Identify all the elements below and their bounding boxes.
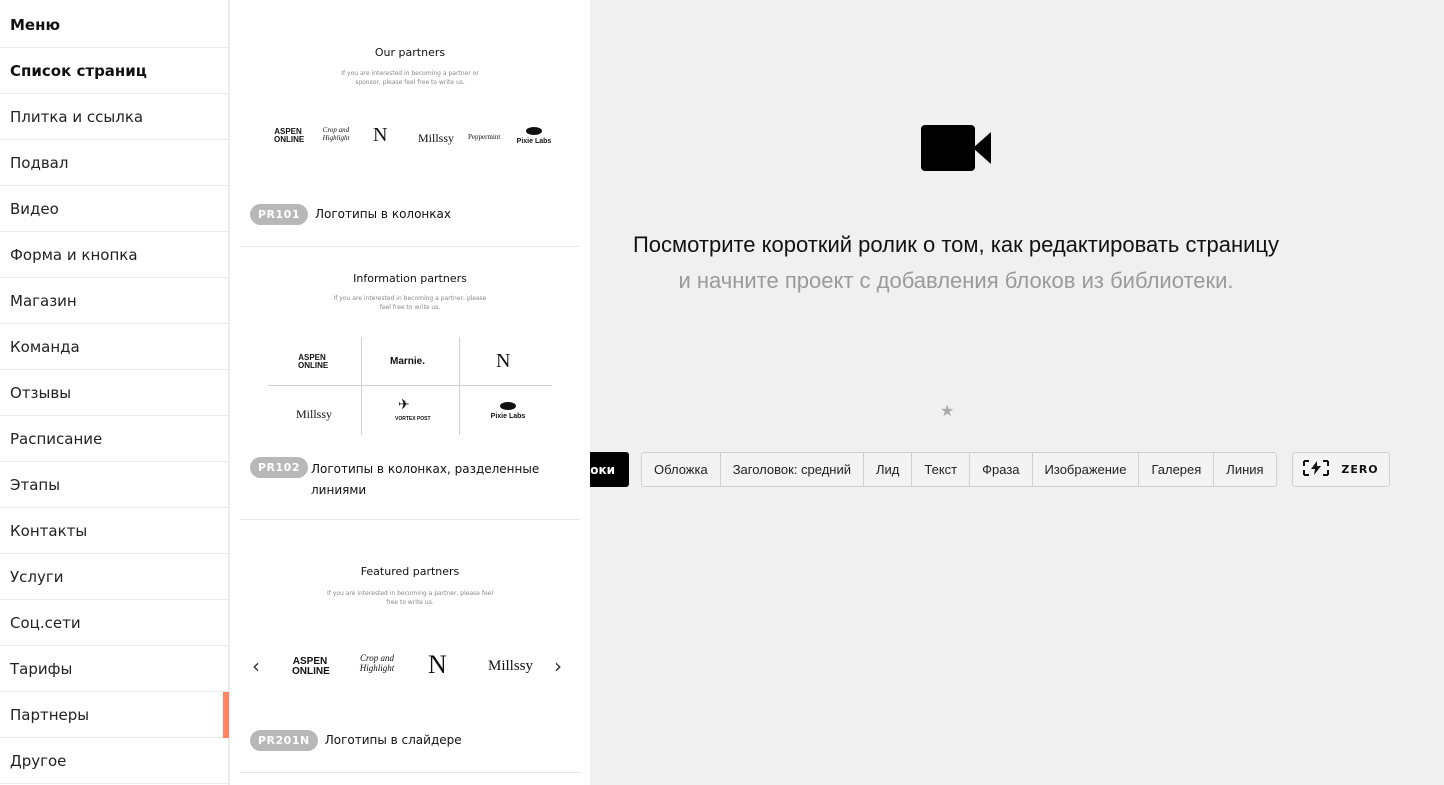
sidebar-item-label: Соц.сети <box>10 613 81 632</box>
quick-block-line[interactable]: Линия <box>1214 453 1275 486</box>
quick-blocks-bar: Обложка Заголовок: средний Лид Текст Фра… <box>641 452 1277 487</box>
sidebar-item-label: Меню <box>10 15 61 34</box>
block-code-badge: PR101 <box>250 204 308 225</box>
zero-block-label: ZERO <box>1341 463 1379 476</box>
sidebar-item-shop[interactable]: Магазин <box>0 278 229 324</box>
logo-millssy: Millssy <box>488 658 534 674</box>
zero-block-icon <box>1303 459 1330 480</box>
pixie-labs-mark <box>526 127 542 135</box>
sidebar-item-other[interactable]: Другое <box>0 738 229 784</box>
intro-subheading: и начните проект с добавления блоков из … <box>678 268 1234 293</box>
logo-pixie-labs: Pixie Labs <box>490 413 526 420</box>
logo-marnie: Marnie. <box>390 356 426 367</box>
block-card-pr102[interactable]: Information partners If you are interest… <box>240 247 580 520</box>
logo-pixie-labs: Pixie Labs <box>516 138 552 145</box>
preview-title: Information partners <box>353 272 467 285</box>
quick-block-image[interactable]: Изображение <box>1033 453 1140 486</box>
sidebar-item-label: Контакты <box>10 521 88 540</box>
sidebar-item-pricing[interactable]: Тарифы <box>0 646 229 692</box>
grid-divider <box>268 385 552 386</box>
zero-block-button[interactable]: ZERO <box>1292 452 1390 487</box>
logo-vortex-post: VORTEX POST <box>395 416 431 422</box>
slider-prev-arrow-icon[interactable]: ‹ <box>252 654 260 678</box>
sidebar-item-team[interactable]: Команда <box>0 324 229 370</box>
intro-heading: Посмотрите короткий ролик о том, как ред… <box>632 232 1280 257</box>
preview-title: Our partners <box>374 46 446 59</box>
block-code-badge: PR201N <box>250 730 318 751</box>
logo-millssy: Millssy <box>418 131 455 145</box>
sidebar-item-page-list[interactable]: Список страниц <box>0 48 229 94</box>
quick-block-phrase[interactable]: Фраза <box>970 453 1033 486</box>
sidebar-item-label: Партнеры <box>10 705 90 724</box>
all-blocks-button[interactable]: оки <box>590 452 629 487</box>
preview-description: If you are interested in becoming a part… <box>333 295 487 311</box>
sidebar-item-label: Услуги <box>10 567 64 586</box>
sidebar-item-label: Этапы <box>10 475 61 494</box>
sidebar-item-services[interactable]: Услуги <box>0 554 229 600</box>
sidebar-item-stages[interactable]: Этапы <box>0 462 229 508</box>
sidebar-item-label: Подвал <box>10 153 69 172</box>
block-caption: PR101 Логотипы в колонках <box>250 204 570 225</box>
logo-aspen-online: ASPEN ONLINE <box>298 353 329 370</box>
sidebar-item-social[interactable]: Соц.сети <box>0 600 229 646</box>
block-name: Логотипы в слайдере <box>324 733 462 747</box>
logo-aspen-online: ASPEN ONLINE <box>292 656 330 677</box>
grid-divider <box>361 337 362 435</box>
sidebar-item-video[interactable]: Видео <box>0 186 229 232</box>
logo-n: N <box>428 650 447 679</box>
sidebar-item-label: Форма и кнопка <box>10 245 138 264</box>
vortex-post-mark: ✈ <box>398 398 410 413</box>
logo-crop-and-highlight: Crop and Highlight <box>322 126 350 142</box>
sidebar-item-label: Плитка и ссылка <box>10 107 144 126</box>
sidebar-item-reviews[interactable]: Отзывы <box>0 370 229 416</box>
logo-n: N <box>373 124 388 146</box>
quick-block-lead[interactable]: Лид <box>864 453 913 486</box>
slider-next-arrow-icon[interactable]: › <box>554 654 562 678</box>
sidebar-item-label: Другое <box>10 751 67 770</box>
sidebar-item-schedule[interactable]: Расписание <box>0 416 229 462</box>
logo-peppermint: Peppermint <box>468 133 501 141</box>
editor-canvas: Посмотрите короткий ролик о том, как ред… <box>590 0 1444 785</box>
grid-divider <box>459 337 460 435</box>
sidebar-item-label: Расписание <box>10 429 103 448</box>
sidebar-item-footer[interactable]: Подвал <box>0 140 229 186</box>
preview-description: If you are interested in becoming a part… <box>326 590 494 606</box>
sidebar-item-contacts[interactable]: Контакты <box>0 508 229 554</box>
sidebar-item-label: Отзывы <box>10 383 72 402</box>
video-camera-icon[interactable] <box>921 123 993 177</box>
logo-millssy: Millssy <box>296 407 333 421</box>
quick-block-gallery[interactable]: Галерея <box>1139 453 1215 486</box>
logo-n: N <box>496 350 511 372</box>
sidebar-item-tile-and-link[interactable]: Плитка и ссылка <box>0 94 229 140</box>
star-icon[interactable]: ★ <box>940 401 954 420</box>
block-card-pr201n[interactable]: Featured partners If you are interested … <box>240 520 580 773</box>
preview-description: If you are interested in becoming a part… <box>341 70 479 86</box>
sidebar-item-partners[interactable]: Партнеры <box>0 692 229 738</box>
sidebar-item-label: Магазин <box>10 291 77 310</box>
block-name: Логотипы в колонках, разделенные линиями <box>311 462 540 497</box>
sidebar-item-label: Команда <box>10 337 80 356</box>
quick-block-cover[interactable]: Обложка <box>642 453 721 486</box>
block-name: Логотипы в колонках <box>315 207 451 221</box>
blocks-list-panel: Our partners If you are interested in be… <box>230 0 590 785</box>
sidebar-item-label: Тарифы <box>10 659 73 678</box>
quick-block-heading-medium[interactable]: Заголовок: средний <box>721 453 865 486</box>
block-caption: PR201N Логотипы в слайдере <box>250 730 570 751</box>
sidebar-item-label: Видео <box>10 199 59 218</box>
quick-block-text[interactable]: Текст <box>912 453 971 486</box>
sidebar-item-label: Список страниц <box>10 61 147 80</box>
sidebar-item-form-and-button[interactable]: Форма и кнопка <box>0 232 229 278</box>
block-card-pr101[interactable]: Our partners If you are interested in be… <box>240 0 580 247</box>
sidebar-item-menu[interactable]: Меню <box>0 2 229 48</box>
logo-crop-and-highlight: Crop and Highlight <box>359 653 395 673</box>
blocks-category-sidebar: Меню Список страниц Плитка и ссылка Подв… <box>0 0 229 785</box>
preview-title: Featured partners <box>360 565 460 578</box>
logo-aspen-online: ASPEN ONLINE <box>274 127 305 144</box>
block-code-badge: PR102 <box>250 457 308 478</box>
pixie-labs-mark <box>500 402 516 410</box>
